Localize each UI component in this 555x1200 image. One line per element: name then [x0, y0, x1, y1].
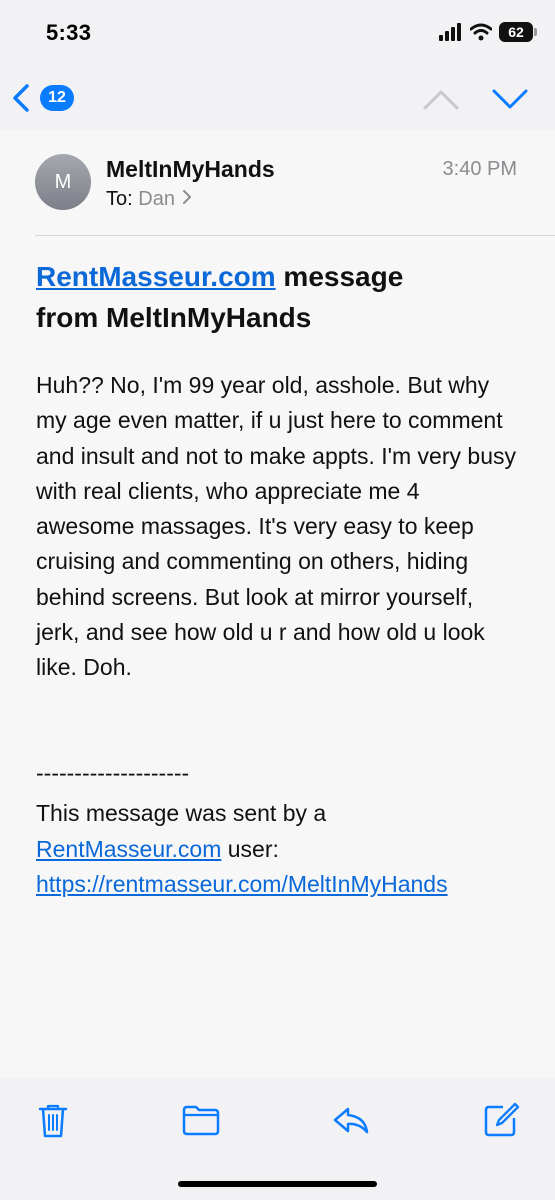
to-label: To: — [106, 188, 133, 210]
subject-line-2: from MeltInMyHands — [36, 302, 312, 333]
chevron-up-icon — [423, 90, 459, 110]
trash-icon — [38, 1104, 68, 1138]
subject-text: message — [275, 261, 404, 292]
navigation-bar: 12 — [0, 66, 555, 130]
compose-icon — [484, 1102, 520, 1137]
sender-name[interactable]: MeltInMyHands — [106, 156, 275, 183]
status-bar: 5:33 62 — [0, 0, 555, 66]
battery-icon: 62 — [499, 22, 537, 42]
sender-avatar[interactable]: M — [35, 154, 91, 210]
reply-button[interactable] — [329, 1098, 373, 1142]
delete-button[interactable] — [31, 1098, 75, 1142]
message-subject: RentMasseur.com message from MeltInMyHan… — [36, 256, 506, 338]
subject-link[interactable]: RentMasseur.com — [36, 261, 276, 292]
compose-button[interactable] — [479, 1098, 523, 1142]
unread-count-badge: 12 — [40, 85, 74, 111]
move-to-folder-button[interactable] — [179, 1098, 223, 1142]
recipient-line[interactable]: To: Dan — [106, 188, 193, 211]
profile-url-link[interactable]: https://rentmasseur.com/MeltInMyHands — [36, 871, 448, 897]
previous-message-button[interactable] — [421, 82, 461, 116]
footer-site-link[interactable]: RentMasseur.com — [36, 836, 221, 862]
message-body: Huh?? No, I'm 99 year old, asshole. But … — [36, 372, 516, 681]
chevron-down-icon — [492, 89, 528, 109]
footer-suffix: user: — [221, 835, 279, 862]
recipient-name[interactable]: Dan — [138, 188, 175, 210]
message-timestamp: 3:40 PM — [442, 158, 517, 180]
wifi-icon — [470, 23, 492, 41]
status-time: 5:33 — [46, 20, 92, 45]
status-icons: 62 — [439, 22, 537, 42]
chevron-left-icon — [13, 84, 29, 112]
header-divider — [35, 235, 555, 236]
footer-prefix: This message was sent by a — [36, 800, 327, 826]
signature-separator: -------------------- — [36, 760, 190, 786]
message-card: M MeltInMyHands To: Dan 3:40 PM RentMass… — [0, 130, 555, 1078]
folder-icon — [182, 1105, 220, 1136]
back-button[interactable]: 12 — [10, 80, 90, 116]
cellular-signal-icon — [439, 23, 461, 41]
home-indicator[interactable] — [178, 1181, 377, 1187]
bottom-toolbar — [0, 1078, 555, 1200]
footer-note: This message was sent by a RentMasseur.c… — [36, 796, 521, 903]
next-message-button[interactable] — [490, 82, 530, 116]
reply-icon — [333, 1107, 369, 1134]
chevron-right-icon — [182, 190, 191, 204]
